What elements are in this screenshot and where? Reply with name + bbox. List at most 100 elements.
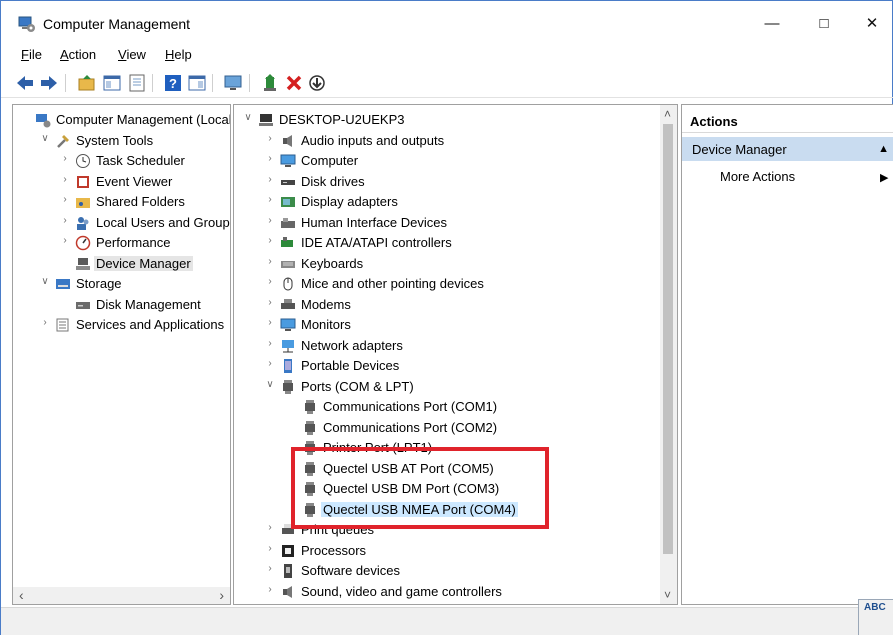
console-tree-node[interactable]: ∨ Storage	[13, 274, 230, 294]
collapse-icon[interactable]: ▲	[878, 143, 889, 155]
console-tree-node[interactable]: Device Manager	[13, 254, 230, 274]
menu-view[interactable]: View	[118, 47, 146, 62]
vertical-scrollbar[interactable]: ˄ ˅	[660, 105, 677, 604]
close-button[interactable]: ✕	[849, 7, 893, 41]
download-icon[interactable]	[307, 73, 327, 93]
scroll-down-icon[interactable]: ˅	[664, 588, 671, 602]
device-tree-node[interactable]: › Sound, video and game controllers	[234, 582, 677, 602]
console-tree-label: Computer Management (Local	[56, 112, 231, 127]
expand-arrow-icon[interactable]: ›	[264, 133, 276, 144]
menu-action[interactable]: Action	[60, 47, 96, 62]
horizontal-scrollbar[interactable]: ‹ ›	[13, 587, 230, 604]
console-tree-node[interactable]: › Shared Folders	[13, 192, 230, 212]
device-tree-label: Disk drives	[301, 173, 365, 189]
properties-icon[interactable]	[127, 73, 147, 93]
scroll-right-icon[interactable]: ›	[219, 587, 224, 603]
device-tree-node[interactable]: › IDE ATA/ATAPI controllers	[234, 233, 677, 253]
monitor-icon[interactable]	[223, 73, 243, 93]
device-tree-node[interactable]: › Audio inputs and outputs	[234, 131, 677, 151]
console-tree-node[interactable]: › Performance	[13, 233, 230, 253]
expand-arrow-icon[interactable]: ›	[264, 153, 276, 164]
expand-arrow-icon[interactable]: ›	[264, 563, 276, 574]
minimize-button[interactable]: —	[749, 7, 795, 41]
expand-arrow-icon[interactable]: ›	[264, 358, 276, 369]
device-tree-node[interactable]: Communications Port (COM1)	[234, 397, 677, 417]
expand-arrow-icon[interactable]: ›	[264, 584, 276, 595]
console-tree-node[interactable]: › Services and Applications	[13, 315, 230, 335]
update-driver-icon[interactable]	[260, 73, 280, 93]
device-tree-node[interactable]: ∨ DESKTOP-U2UEKP3	[234, 110, 677, 130]
language-bar-icon[interactable]: ABC	[858, 599, 893, 635]
scroll-thumb[interactable]	[663, 124, 673, 554]
scroll-left-icon[interactable]: ‹	[19, 587, 24, 603]
expand-arrow-icon[interactable]: ›	[59, 235, 71, 246]
up-folder-icon[interactable]	[77, 73, 97, 93]
expand-arrow-icon[interactable]: ›	[264, 522, 276, 533]
tools-icon	[55, 133, 71, 149]
device-tree-node[interactable]: › Software devices	[234, 561, 677, 581]
more-actions-link[interactable]: More Actions	[720, 169, 795, 184]
help-icon[interactable]: ?	[163, 73, 183, 93]
device-tree-node[interactable]: › Portable Devices	[234, 356, 677, 376]
device-tree-node[interactable]: › Modems	[234, 295, 677, 315]
device-tree-pane[interactable]: ∨ DESKTOP-U2UEKP3 › Audio inputs and output…	[233, 104, 678, 605]
expand-arrow-icon[interactable]: ›	[264, 215, 276, 226]
expand-arrow-icon[interactable]: ›	[59, 194, 71, 205]
speaker-icon	[280, 133, 296, 149]
computer-management-window: Computer Management — □ ✕ File Action Vi…	[0, 0, 893, 635]
device-tree-node[interactable]: › Monitors	[234, 315, 677, 335]
clock-icon	[75, 153, 91, 169]
device-tree-node[interactable]: ∨ Ports (COM & LPT)	[234, 377, 677, 397]
maximize-button[interactable]: □	[801, 7, 847, 41]
computer-icon	[258, 112, 274, 128]
console-tree-node[interactable]: Disk Management	[13, 295, 230, 315]
expand-arrow-icon[interactable]: ›	[264, 317, 276, 328]
device-tree-node[interactable]: › Human Interface Devices	[234, 213, 677, 233]
collapse-arrow-icon[interactable]: ∨	[242, 112, 254, 123]
expand-arrow-icon[interactable]: ›	[264, 194, 276, 205]
console-pane-icon[interactable]	[187, 73, 207, 93]
console-tree-node[interactable]: › Task Scheduler	[13, 151, 230, 171]
scroll-up-icon[interactable]: ˄	[664, 107, 671, 121]
device-tree-node[interactable]: Communications Port (COM2)	[234, 418, 677, 438]
device-tree-node[interactable]: › Display adapters	[234, 192, 677, 212]
device-tree-node[interactable]: › Computer	[234, 151, 677, 171]
forward-arrow-icon[interactable]	[39, 73, 59, 93]
device-tree-node[interactable]: › Processors	[234, 541, 677, 561]
expand-arrow-icon[interactable]: ›	[39, 317, 51, 328]
expand-arrow-icon[interactable]: ›	[264, 297, 276, 308]
console-tree-node[interactable]: Computer Management (Local	[13, 110, 230, 130]
device-tree-node[interactable]: › Disk drives	[234, 172, 677, 192]
expand-arrow-icon[interactable]: ›	[264, 235, 276, 246]
device-tree-label: Sound, video and game controllers	[301, 583, 502, 599]
disk-drive-icon	[280, 174, 296, 190]
expand-arrow-icon[interactable]: ›	[264, 543, 276, 554]
menu-file[interactable]: File	[21, 47, 42, 62]
collapse-arrow-icon[interactable]: ∨	[39, 276, 51, 287]
expand-arrow-icon[interactable]: ›	[264, 174, 276, 185]
device-tree-node[interactable]: › Keyboards	[234, 254, 677, 274]
show-hide-tree-icon[interactable]	[102, 73, 122, 93]
collapse-arrow-icon[interactable]: ∨	[39, 133, 51, 144]
actions-device-manager[interactable]: Device Manager ▲	[682, 137, 893, 161]
expand-arrow-icon[interactable]: ›	[59, 153, 71, 164]
menu-help[interactable]: Help	[165, 47, 192, 62]
expand-arrow-icon[interactable]: ›	[264, 256, 276, 267]
keyboard-icon	[280, 256, 296, 272]
back-arrow-icon[interactable]	[15, 73, 35, 93]
expand-arrow-icon[interactable]: ›	[264, 276, 276, 287]
collapse-arrow-icon[interactable]: ∨	[264, 379, 276, 390]
services-icon	[55, 317, 71, 333]
title-bar[interactable]: Computer Management — □ ✕	[1, 1, 893, 41]
console-tree-node[interactable]: ∨ System Tools	[13, 131, 230, 151]
console-tree-pane[interactable]: Computer Management (Local ∨ System Tools ›…	[12, 104, 231, 605]
port-icon	[302, 420, 318, 436]
expand-arrow-icon[interactable]: ›	[59, 215, 71, 226]
uninstall-icon[interactable]	[284, 73, 304, 93]
console-tree-node[interactable]: › Event Viewer	[13, 172, 230, 192]
expand-arrow-icon[interactable]: ›	[59, 174, 71, 185]
device-tree-node[interactable]: › Mice and other pointing devices	[234, 274, 677, 294]
device-tree-node[interactable]: › Network adapters	[234, 336, 677, 356]
console-tree-node[interactable]: › Local Users and Groups	[13, 213, 230, 233]
expand-arrow-icon[interactable]: ›	[264, 338, 276, 349]
